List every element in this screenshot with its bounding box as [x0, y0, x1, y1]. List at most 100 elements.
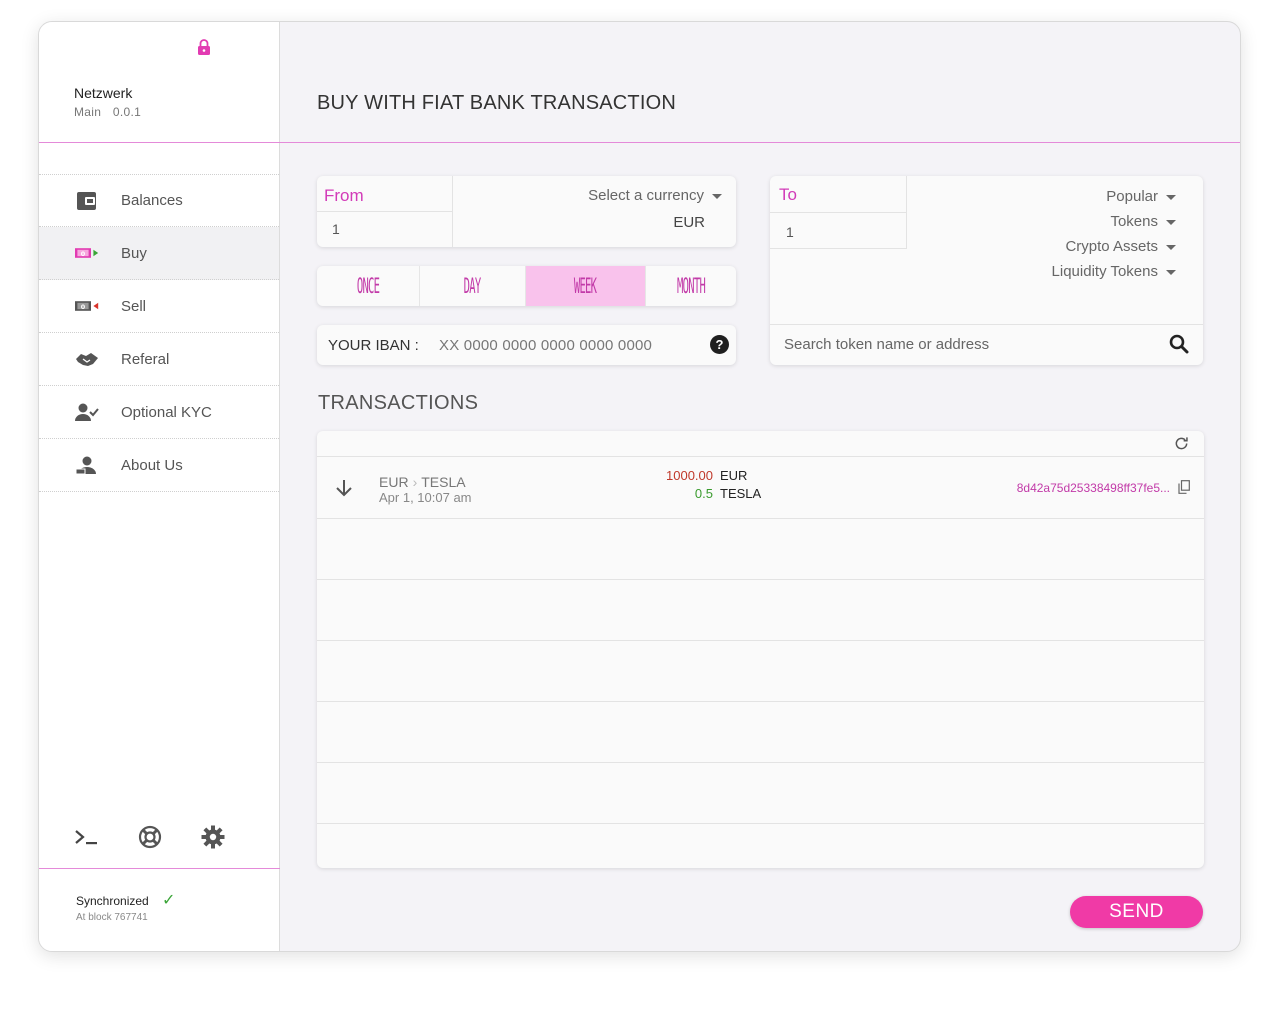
- search-icon[interactable]: [1169, 334, 1189, 354]
- table-row-empty: [317, 580, 1204, 641]
- table-header: [317, 431, 1204, 457]
- table-row-empty: [317, 519, 1204, 580]
- network-name: Main: [74, 105, 102, 119]
- to-card: To 1 Popular Tokens Crypto Assets Liquid…: [770, 176, 1203, 365]
- search-input[interactable]: Search token name or address: [784, 336, 989, 353]
- table-row-empty: [317, 641, 1204, 702]
- table-row-empty: [317, 763, 1204, 824]
- period-day[interactable]: DAY: [420, 266, 526, 306]
- sidebar-item-buy[interactable]: 0 Buy: [39, 227, 279, 280]
- period-label: ONCE: [356, 273, 380, 299]
- tx-amount-out: 1000.00: [666, 468, 713, 483]
- chevron-down-icon: [712, 193, 722, 199]
- tx-pair: EUR › TESLA: [379, 474, 466, 490]
- divider: [280, 142, 1240, 143]
- network-title: Netzwerk: [74, 85, 133, 101]
- tx-amount-in: 0.5: [694, 486, 713, 501]
- currency-select-label: Select a currency: [588, 187, 704, 204]
- chevron-right-icon: ›: [412, 474, 418, 490]
- filter-label: Tokens: [1110, 213, 1158, 230]
- from-amount-input[interactable]: 1: [317, 212, 453, 247]
- cash-out-icon: 0: [75, 296, 99, 316]
- divider: [39, 868, 280, 869]
- sidebar-nav: Balances 0 Buy 0 Sell Referal Optional K…: [39, 174, 279, 492]
- user-check-icon: [75, 402, 99, 422]
- filter-crypto-assets[interactable]: Crypto Assets: [1052, 238, 1176, 263]
- filter-popular[interactable]: Popular: [1052, 188, 1176, 213]
- network-info: Main 0.0.1: [74, 105, 149, 119]
- lock-icon[interactable]: [196, 38, 212, 56]
- gear-icon[interactable]: [200, 824, 225, 849]
- token-filters: Popular Tokens Crypto Assets Liquidity T…: [1052, 188, 1176, 288]
- sidebar-tools: [74, 824, 225, 849]
- period-label: WEEK: [574, 273, 597, 299]
- transactions-table: EUR › TESLA Apr 1, 10:07 am 1000.00 EUR 0.…: [317, 431, 1204, 868]
- filter-label: Crypto Assets: [1065, 238, 1158, 255]
- sync-status: Synchronized: [76, 894, 149, 908]
- network-version: 0.0.1: [112, 105, 142, 119]
- sidebar-item-label: Referal: [121, 350, 170, 368]
- sidebar-item-referal[interactable]: Referal: [39, 333, 279, 386]
- copy-icon[interactable]: [1178, 480, 1190, 494]
- token-search: Search token name or address: [770, 324, 1203, 365]
- sidebar-item-sell[interactable]: 0 Sell: [39, 280, 279, 333]
- sidebar-item-label: About Us: [121, 456, 183, 474]
- main-content: BUY WITH FIAT BANK TRANSACTION From 1 Se…: [280, 22, 1240, 951]
- tx-amount-in-currency: TESLA: [720, 486, 762, 501]
- sidebar-item-label: Buy: [121, 244, 147, 262]
- period-month[interactable]: MONTH: [646, 266, 736, 306]
- wallet-icon: [75, 191, 99, 211]
- table-row[interactable]: EUR › TESLA Apr 1, 10:07 am 1000.00 EUR 0.…: [317, 458, 1204, 519]
- page-title: BUY WITH FIAT BANK TRANSACTION: [317, 92, 677, 114]
- to-amount-input[interactable]: 1: [770, 213, 907, 249]
- sidebar-item-label: Sell: [121, 297, 147, 315]
- tx-date: Apr 1, 10:07 am: [379, 490, 472, 505]
- sync-block: At block 767741: [76, 912, 148, 923]
- iban-field: YOUR IBAN : XX 0000 0000 0000 0000 0000 …: [317, 325, 736, 365]
- from-card: From 1 Select a currency EUR: [317, 176, 736, 247]
- help-icon[interactable]: ?: [710, 335, 729, 354]
- tx-hash-link[interactable]: 8d42a75d25338498ff37fe5...: [1017, 481, 1170, 495]
- tx-amount-out-currency: EUR: [720, 468, 748, 483]
- app-window: Netzwerk Main 0.0.1 Balances 0 Buy 0 Sel…: [38, 21, 1241, 952]
- tx-from-currency: EUR: [379, 474, 409, 490]
- handshake-icon: [75, 349, 99, 369]
- sidebar-item-label: Optional KYC: [121, 403, 212, 421]
- iban-label: YOUR IBAN :: [328, 337, 419, 354]
- table-row-empty: [317, 702, 1204, 763]
- terminal-icon[interactable]: [74, 824, 99, 849]
- chevron-down-icon: [1166, 269, 1176, 275]
- send-button[interactable]: SEND: [1070, 896, 1203, 928]
- tx-to-currency: TESLA: [421, 474, 466, 490]
- checkmark-icon: ✓: [162, 892, 176, 909]
- lifebuoy-icon[interactable]: [137, 824, 162, 849]
- to-label: To: [770, 176, 907, 213]
- period-label: DAY: [464, 273, 482, 299]
- chevron-down-icon: [1166, 244, 1176, 250]
- period-week[interactable]: WEEK: [526, 266, 646, 306]
- iban-input[interactable]: XX 0000 0000 0000 0000 0000: [439, 337, 652, 354]
- filter-tokens[interactable]: Tokens: [1052, 213, 1176, 238]
- filter-liquidity-tokens[interactable]: Liquidity Tokens: [1052, 263, 1176, 288]
- chevron-down-icon: [1166, 219, 1176, 225]
- filter-label: Popular: [1106, 188, 1158, 205]
- transactions-title: TRANSACTIONS: [318, 392, 479, 414]
- divider: [39, 142, 280, 143]
- cash-in-icon: 0: [75, 243, 99, 263]
- sidebar-item-kyc[interactable]: Optional KYC: [39, 386, 279, 439]
- sidebar-item-label: Balances: [121, 192, 183, 209]
- sidebar-item-about[interactable]: About Us: [39, 439, 279, 492]
- currency-select[interactable]: Select a currency: [588, 187, 722, 204]
- sidebar-item-balances[interactable]: Balances: [39, 174, 279, 227]
- chevron-down-icon: [1166, 194, 1176, 200]
- refresh-icon[interactable]: [1174, 436, 1189, 451]
- user-id-icon: [75, 455, 99, 475]
- arrow-down-icon: [336, 480, 352, 497]
- period-selector: ONCE DAY WEEK MONTH: [317, 266, 736, 306]
- period-label: MONTH: [676, 273, 706, 299]
- from-label: From: [317, 176, 453, 212]
- period-once[interactable]: ONCE: [317, 266, 420, 306]
- filter-label: Liquidity Tokens: [1051, 263, 1158, 280]
- svg-text:0: 0: [81, 303, 86, 311]
- currency-value: EUR: [673, 214, 705, 231]
